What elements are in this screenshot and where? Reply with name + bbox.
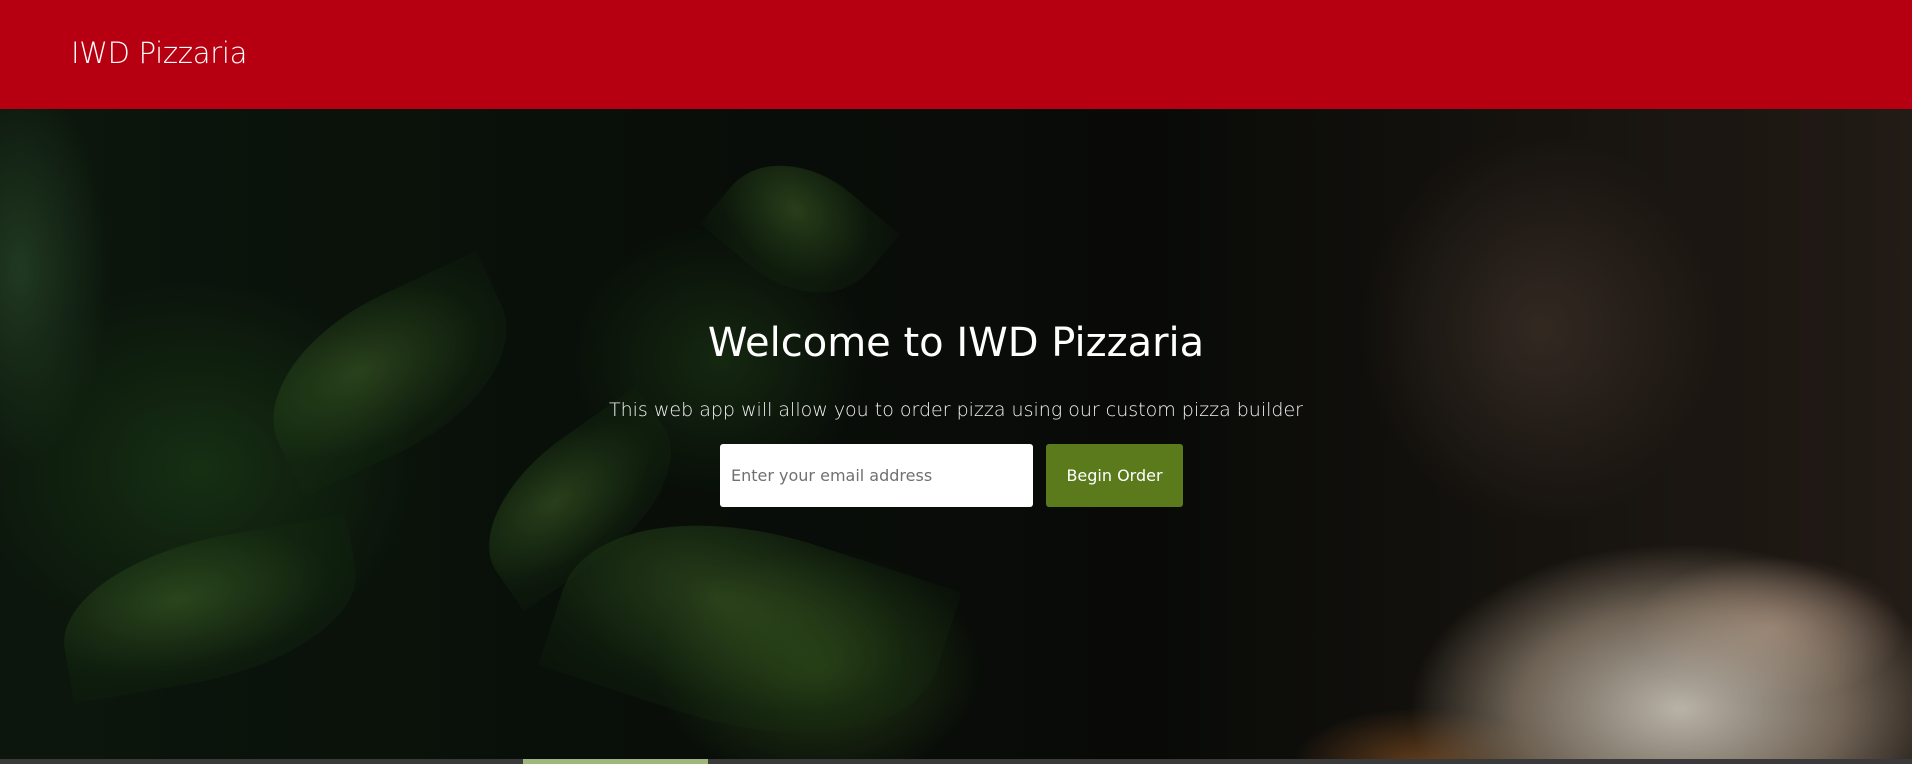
begin-order-button[interactable]: Begin Order — [1046, 444, 1183, 507]
bottom-edge-segment — [523, 759, 708, 764]
hero-section: Welcome to IWD Pizzaria This web app wil… — [0, 109, 1912, 759]
bottom-edge — [0, 759, 1912, 764]
email-input[interactable] — [720, 444, 1033, 507]
hero-subtitle: This web app will allow you to order piz… — [609, 399, 1303, 421]
hero-content: Welcome to IWD Pizzaria This web app wil… — [0, 109, 1912, 759]
navbar: IWD Pizzaria — [0, 0, 1912, 109]
brand-logo-link[interactable]: IWD Pizzaria — [71, 36, 247, 70]
hero-title: Welcome to IWD Pizzaria — [707, 320, 1205, 366]
